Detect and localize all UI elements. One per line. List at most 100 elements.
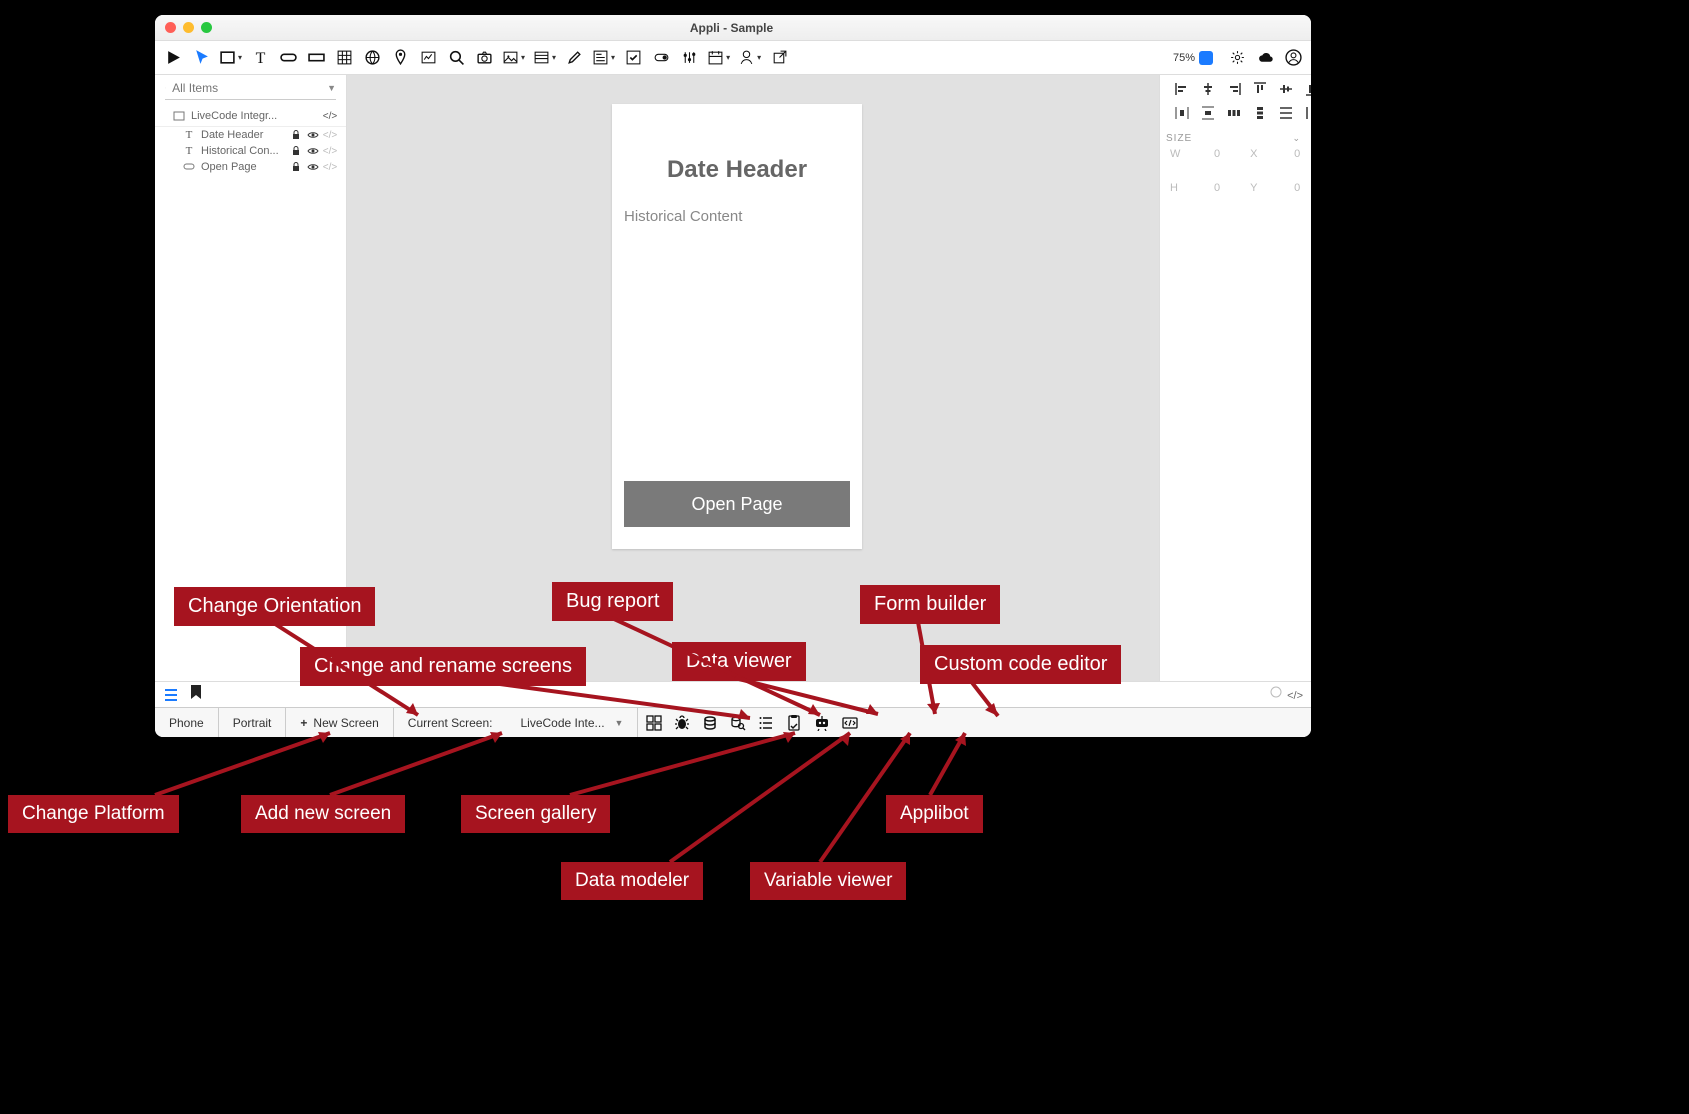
lock-icon[interactable] (290, 161, 302, 173)
align-hcenter-icon[interactable] (1200, 81, 1216, 97)
gear-icon[interactable] (1225, 46, 1249, 70)
button-tool[interactable] (276, 46, 300, 70)
close-button[interactable] (165, 22, 176, 33)
callout-change-platform: Change Platform (8, 795, 179, 833)
tab-icon-1[interactable] (1269, 686, 1283, 703)
search-input[interactable] (166, 81, 327, 95)
globe-icon[interactable] (360, 46, 384, 70)
code-icon[interactable]: </> (324, 161, 336, 173)
distribute-hspacing-icon[interactable] (1226, 105, 1242, 121)
edit-icon[interactable] (562, 46, 586, 70)
code-icon[interactable]: </> (324, 129, 336, 141)
code-editor-icon[interactable] (842, 715, 858, 731)
chevron-down-icon[interactable]: ⌄ (1292, 133, 1301, 144)
form-builder-icon[interactable] (786, 715, 802, 731)
variable-viewer-icon[interactable] (758, 715, 774, 731)
code-icon[interactable]: </> (324, 110, 336, 122)
tree-row-text[interactable]: T Historical Con... </> (155, 143, 346, 159)
minimize-button[interactable] (183, 22, 194, 33)
current-screen-value: LiveCode Inte... (520, 716, 604, 730)
button-label: Open Page (691, 494, 782, 515)
rectangle-tool[interactable] (217, 46, 244, 70)
bug-report-icon[interactable] (674, 715, 690, 731)
eye-icon[interactable] (307, 161, 319, 173)
zoom-display[interactable]: 75% (1165, 50, 1221, 66)
y-value[interactable]: 0 (1294, 182, 1300, 194)
y-label: Y (1250, 182, 1264, 194)
align-right-icon[interactable] (1226, 81, 1242, 97)
new-screen-button[interactable]: New Screen (286, 708, 393, 737)
current-screen-selector[interactable]: LiveCode Inte... ▼ (506, 708, 638, 737)
new-screen-label: New Screen (313, 716, 378, 730)
distribute-v-icon[interactable] (1200, 105, 1216, 121)
current-screen-label-seg: Current Screen: (394, 708, 507, 737)
app-window: Appli - Sample T 75% (155, 15, 1311, 737)
tree-row-screen[interactable]: LiveCode Integr... </> (155, 106, 346, 127)
applibot-icon[interactable] (814, 715, 830, 731)
distribute-vspacing-icon[interactable] (1252, 105, 1268, 121)
text-tool[interactable]: T (248, 46, 272, 70)
toggle-icon[interactable] (649, 46, 673, 70)
tree-row-text[interactable]: T Date Header </> (155, 127, 346, 143)
search-dropdown-icon[interactable]: ▼ (327, 83, 336, 93)
callout-change-rename: Change and rename screens (300, 647, 586, 686)
form-tool[interactable] (590, 46, 617, 70)
image-tool[interactable] (500, 46, 527, 70)
layer-tree: LiveCode Integr... </> T Date Header </> (155, 106, 346, 175)
orientation-selector[interactable]: Portrait (219, 708, 287, 737)
callout-data-viewer: Data viewer (672, 642, 806, 681)
callout-variable-viewer: Variable viewer (750, 862, 906, 900)
input-tool[interactable] (304, 46, 328, 70)
search-icon[interactable] (444, 46, 468, 70)
pointer-icon[interactable] (189, 46, 213, 70)
calendar-tool[interactable] (705, 46, 732, 70)
data-viewer-icon[interactable] (730, 715, 746, 731)
open-page-button[interactable]: Open Page (624, 481, 850, 527)
chart-icon[interactable] (416, 46, 440, 70)
w-value[interactable]: 0 (1214, 148, 1220, 160)
sliders-icon[interactable] (677, 46, 701, 70)
phone-preview: Date Header Historical Content Open Page (612, 104, 862, 549)
heading-text[interactable]: Date Header (612, 156, 862, 184)
body-text[interactable]: Historical Content (624, 208, 862, 225)
user-tool[interactable] (736, 46, 763, 70)
platform-selector[interactable]: Phone (155, 708, 219, 737)
justify-v-icon[interactable] (1304, 105, 1311, 121)
screen-icon (173, 110, 185, 122)
callout-add-new-screen: Add new screen (241, 795, 405, 833)
tree-row-button[interactable]: Open Page </> (155, 159, 346, 175)
grid-tool[interactable] (332, 46, 356, 70)
code-icon[interactable]: </> (1287, 690, 1303, 702)
pin-icon[interactable] (388, 46, 412, 70)
camera-icon[interactable] (472, 46, 496, 70)
traffic-lights (165, 22, 212, 33)
zoom-value: 75% (1173, 52, 1195, 64)
screen-gallery-icon[interactable] (646, 715, 662, 731)
cloud-icon[interactable] (1253, 46, 1277, 70)
bookmark-icon[interactable] (189, 684, 203, 705)
check-icon[interactable] (621, 46, 645, 70)
align-top-icon[interactable] (1252, 81, 1268, 97)
eye-icon[interactable] (307, 129, 319, 141)
code-icon[interactable]: </> (324, 145, 336, 157)
tree-label: LiveCode Integr... (191, 110, 318, 122)
lock-icon[interactable] (290, 145, 302, 157)
align-bottom-icon[interactable] (1304, 81, 1311, 97)
external-icon[interactable] (767, 46, 791, 70)
justify-h-icon[interactable] (1278, 105, 1294, 121)
callout-applibot: Applibot (886, 795, 983, 833)
play-icon[interactable] (161, 46, 185, 70)
list-view-icon[interactable] (163, 687, 179, 703)
maximize-button[interactable] (201, 22, 212, 33)
data-modeler-icon[interactable] (702, 715, 718, 731)
eye-icon[interactable] (307, 145, 319, 157)
align-left-icon[interactable] (1174, 81, 1190, 97)
align-vcenter-icon[interactable] (1278, 81, 1294, 97)
lock-icon[interactable] (290, 129, 302, 141)
x-value[interactable]: 0 (1294, 148, 1300, 160)
h-value[interactable]: 0 (1214, 182, 1220, 194)
account-icon[interactable] (1281, 46, 1305, 70)
list-tool[interactable] (531, 46, 558, 70)
canvas[interactable]: Date Header Historical Content Open Page (347, 75, 1159, 681)
distribute-h-icon[interactable] (1174, 105, 1190, 121)
